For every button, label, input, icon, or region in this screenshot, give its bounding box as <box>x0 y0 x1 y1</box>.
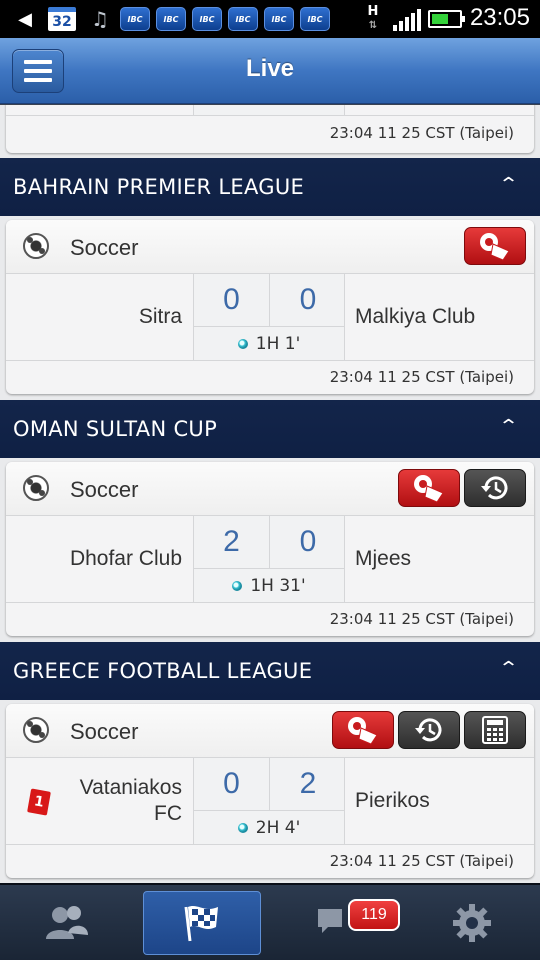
app-notification-icon: IBC <box>156 7 186 31</box>
soccer-ball-icon <box>23 233 49 259</box>
sport-label: Soccer <box>70 719 139 744</box>
league-header[interactable]: OMAN SULTAN CUP ⌃ <box>0 400 540 458</box>
bottom-nav: 119 <box>0 883 540 960</box>
nav-item-settings[interactable] <box>413 891 531 955</box>
status-time: 23:05 <box>469 4 530 31</box>
live-bet-button[interactable] <box>332 711 394 749</box>
app-notification-icon: IBC <box>120 7 150 31</box>
match-card[interactable]: Soccer Sitra 0 0 1H 1' Malkiya Club 23:0… <box>6 220 534 394</box>
match-timestamp: 23:04 11 25 CST (Taipei) <box>6 844 534 878</box>
match-row[interactable]: Dhofar Club 2 0 1H 31' Mjees <box>6 516 534 602</box>
league-name: OMAN SULTAN CUP <box>13 417 218 441</box>
app-notification-icon: IBC <box>192 7 222 31</box>
app-header: Live <box>0 38 540 104</box>
league-name: BAHRAIN PREMIER LEAGUE <box>13 175 305 199</box>
soccer-ball-icon <box>23 717 49 743</box>
gear-icon <box>453 904 491 942</box>
calculator-icon <box>482 716 508 744</box>
away-team: Pierikos <box>355 789 430 812</box>
match-card-header: Soccer <box>6 220 534 274</box>
league-header[interactable]: BAHRAIN PREMIER LEAGUE ⌃ <box>0 158 540 216</box>
nav-item-contacts[interactable] <box>8 891 126 955</box>
live-bet-button[interactable] <box>398 469 460 507</box>
status-bar: ◀ 32 ♫ IBC IBC IBC IBC IBC IBC H ⇅ 23:05 <box>0 0 540 38</box>
live-match-list[interactable]: 23:04 11 25 CST (Taipei) BAHRAIN PREMIER… <box>0 105 540 883</box>
back-notification-icon: ◀ <box>18 8 32 30</box>
sport-label: Soccer <box>70 235 139 260</box>
battery-icon <box>428 10 465 28</box>
chevron-up-icon[interactable]: ⌃ <box>498 416 519 437</box>
live-bet-icon <box>414 475 444 503</box>
match-timestamp: 23:04 11 25 CST (Taipei) <box>6 602 534 636</box>
home-score: 0 <box>194 758 270 810</box>
home-team: Sitra <box>138 305 182 328</box>
live-bet-button[interactable] <box>464 227 526 265</box>
calendar-icon: 32 <box>48 7 76 31</box>
home-score: 0 <box>194 274 270 326</box>
page-title: Live <box>245 55 295 82</box>
match-timestamp: 23:04 11 25 CST (Taipei) <box>6 360 534 394</box>
match-period: 1H 1' <box>194 326 344 360</box>
match-card: 23:04 11 25 CST (Taipei) <box>6 105 534 153</box>
away-score: 0 <box>299 525 317 558</box>
away-team: Mjees <box>355 547 412 570</box>
calculator-button[interactable] <box>464 711 526 749</box>
notification-badge: 119 <box>348 899 400 931</box>
music-note-icon: ♫ <box>91 7 109 31</box>
score-box <box>193 105 345 115</box>
match-row[interactable]: Sitra 0 0 1H 1' Malkiya Club <box>6 274 534 360</box>
app-notification-icon: IBC <box>264 7 294 31</box>
app-notification-icon: IBC <box>228 7 258 31</box>
period-label: 1H 1' <box>255 333 301 354</box>
signal-strength-icon <box>392 7 422 31</box>
league-name: GREECE FOOTBALL LEAGUE <box>13 659 313 683</box>
match-row[interactable]: 1 Vataniakos FC 0 2 2H 4' Pierikos <box>6 758 534 844</box>
score-box: 0 2 2H 4' <box>193 758 345 844</box>
history-button[interactable] <box>398 711 460 749</box>
history-icon <box>415 718 442 742</box>
period-label: 1H 31' <box>250 575 306 596</box>
match-card-header: Soccer <box>6 704 534 758</box>
network-type-icon: H ⇅ <box>362 2 384 36</box>
away-score: 2 <box>299 767 317 800</box>
match-period: 1H 31' <box>194 568 344 602</box>
users-icon <box>46 906 88 939</box>
app-notification-icon: IBC <box>300 7 330 31</box>
network-type-label: H <box>367 4 379 19</box>
match-timestamp: 23:04 11 25 CST (Taipei) <box>6 115 534 153</box>
match-card[interactable]: Soccer 1 Vataniakos FC 0 2 2H 4' Pieriko… <box>6 704 534 878</box>
league-header[interactable]: GREECE FOOTBALL LEAGUE ⌃ <box>0 642 540 700</box>
away-team: Malkiya Club <box>355 305 476 328</box>
score-box: 0 0 1H 1' <box>193 274 345 360</box>
nav-item-live[interactable] <box>143 891 261 955</box>
chevron-up-icon[interactable]: ⌃ <box>498 174 519 195</box>
sport-label: Soccer <box>70 477 139 502</box>
live-indicator-icon <box>232 580 243 591</box>
live-indicator-icon <box>237 822 248 833</box>
score-box: 2 0 1H 31' <box>193 516 345 602</box>
period-label: 2H 4' <box>255 817 301 838</box>
match-card[interactable]: Soccer Dhofar Club 2 0 1H 31' Mjees 23:0… <box>6 462 534 636</box>
nav-item-chat[interactable]: 119 <box>278 891 400 955</box>
live-bet-icon <box>480 233 510 261</box>
home-score: 2 <box>194 516 270 568</box>
home-team-line: FC <box>154 802 182 825</box>
checkered-flag-icon <box>184 906 218 942</box>
home-team: Vataniakos FC <box>6 758 186 844</box>
history-icon <box>481 476 508 500</box>
live-indicator-icon <box>237 338 248 349</box>
chevron-up-icon[interactable]: ⌃ <box>498 658 519 679</box>
match-card-header: Soccer <box>6 462 534 516</box>
data-arrows-icon: ⇅ <box>368 20 378 31</box>
history-button[interactable] <box>464 469 526 507</box>
away-score: 0 <box>299 283 317 316</box>
home-team: Dhofar Club <box>69 547 182 570</box>
home-team-line: Vataniakos <box>79 776 182 799</box>
match-period: 2H 4' <box>194 810 344 844</box>
live-bet-icon <box>348 717 378 745</box>
soccer-ball-icon <box>23 475 49 501</box>
